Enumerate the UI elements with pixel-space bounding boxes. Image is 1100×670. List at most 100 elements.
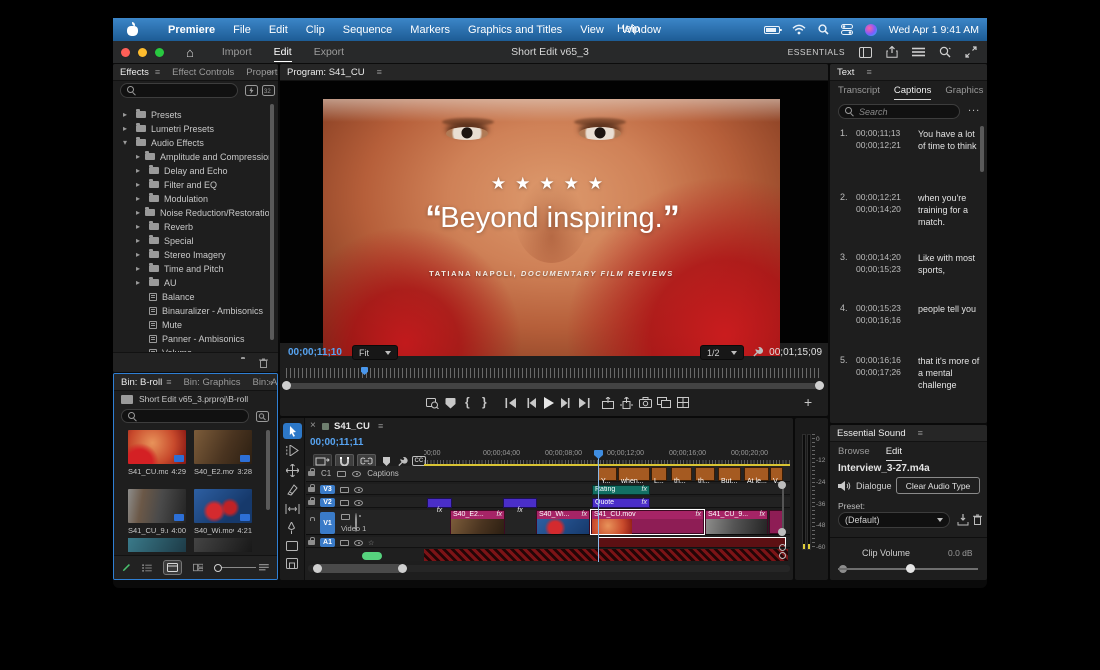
tab-effect-controls[interactable]: Effect Controls — [172, 67, 234, 78]
a1-track-header[interactable]: A1☆ — [308, 538, 374, 547]
scrollbar-right-handle[interactable] — [815, 381, 824, 390]
effects-scrollbar[interactable] — [270, 104, 274, 340]
track-output-eye-icon[interactable] — [352, 471, 361, 477]
track-select-forward-tool[interactable] — [286, 445, 299, 456]
control-center-icon[interactable] — [841, 24, 853, 35]
program-video[interactable]: ★★★★★ “Beyond inspiring.” TATIANA NAPOLI… — [323, 99, 780, 356]
disclosure-arrow-icon[interactable]: ▸ — [123, 124, 131, 133]
menu-help[interactable]: Help — [617, 23, 640, 35]
disclosure-arrow-icon[interactable]: ▸ — [136, 264, 144, 273]
effects-tree-item[interactable]: ▾Audio Effects — [113, 136, 269, 149]
thumbnail-zoom-slider[interactable] — [214, 563, 248, 573]
clear-audio-type-button[interactable]: Clear Audio Type — [896, 477, 980, 494]
audio-clip-waveform-band[interactable] — [424, 549, 788, 561]
panel-menu-icon[interactable]: ≡ — [866, 67, 871, 77]
siri-icon[interactable] — [865, 24, 877, 36]
scroll-handle[interactable] — [778, 528, 786, 536]
ripple-edit-tool[interactable] — [286, 464, 299, 477]
effects-tree-item[interactable]: ▸Time and Pitch — [113, 262, 269, 275]
graphics-clip[interactable]: fx — [427, 498, 452, 508]
effects-tree-item[interactable]: ▸Stereo Imagery — [113, 248, 269, 261]
panel-menu-icon[interactable]: ≡ — [378, 421, 383, 431]
v3-track-header[interactable]: V3 — [308, 485, 363, 494]
effects-tree-item[interactable]: ▸Modulation — [113, 192, 269, 205]
writable-pencil-icon[interactable] — [122, 562, 131, 573]
go-to-out-icon[interactable] — [578, 398, 590, 408]
bin-filter-icon[interactable] — [256, 411, 269, 422]
effects-tree-item[interactable]: ▸Special — [113, 234, 269, 247]
disclosure-arrow-icon[interactable]: ▸ — [136, 236, 144, 245]
scroll-handle[interactable] — [778, 481, 786, 489]
close-window-button[interactable] — [121, 48, 130, 57]
hscroll-right-knob[interactable] — [398, 564, 407, 573]
panel-menu-icon[interactable]: ≡ — [918, 428, 923, 438]
playback-resolution-dropdown[interactable]: 1/2 — [700, 345, 744, 360]
es-subtab-browse[interactable]: Browse — [838, 446, 870, 461]
add-marker-icon[interactable] — [445, 397, 456, 409]
caption-clip[interactable]: th... — [695, 467, 715, 481]
minimize-window-button[interactable] — [138, 48, 147, 57]
bin-clip-thumbnail[interactable] — [194, 538, 252, 552]
disclosure-arrow-icon[interactable]: ▸ — [136, 152, 140, 161]
audio-scroll-handle[interactable] — [779, 552, 786, 559]
timeline-ruler[interactable]: ;00;0000;00;04;0000;00;08;0000;00;12;000… — [424, 450, 790, 464]
effects-tree-item[interactable]: ▸Reverb — [113, 220, 269, 233]
rectangle-tool[interactable] — [286, 541, 298, 551]
program-timecode[interactable]: 00;00;11;10 — [288, 347, 342, 358]
caption-clip[interactable]: when... — [618, 467, 650, 481]
program-scrollbar[interactable] — [284, 383, 824, 389]
apple-icon[interactable] — [127, 23, 138, 36]
mark-out-icon[interactable]: } — [482, 395, 487, 409]
caption-clip[interactable]: Y... — [598, 467, 617, 481]
lift-icon[interactable] — [602, 397, 614, 409]
caption-text[interactable]: when you're training for a match. — [918, 192, 980, 228]
play-button[interactable] — [543, 397, 554, 409]
freeform-view-icon[interactable] — [193, 563, 204, 572]
quick-export-icon[interactable] — [912, 47, 925, 57]
bin-clip-thumbnail[interactable] — [194, 489, 252, 523]
effects-tree-item[interactable]: ▸Noise Reduction/Restoration — [113, 206, 269, 219]
delete-preset-icon[interactable] — [973, 514, 982, 525]
caption-text[interactable]: Like with most sports, — [918, 252, 980, 276]
workspace-icon[interactable] — [859, 47, 872, 58]
effects-tree-item[interactable]: ▸AU — [113, 276, 269, 289]
icon-view-button[interactable] — [163, 560, 182, 575]
captions-search-input[interactable]: Search — [838, 104, 960, 119]
step-forward-icon[interactable] — [560, 398, 570, 408]
captions-scrollbar[interactable] — [980, 126, 984, 172]
video-clip[interactable]: S40_E2...fx — [450, 510, 505, 534]
disclosure-arrow-icon[interactable]: ▸ — [136, 250, 144, 259]
menu-clip[interactable]: Clip — [306, 24, 325, 36]
subtab-transcript[interactable]: Transcript — [838, 85, 880, 100]
delete-custom-item-icon[interactable] — [259, 358, 268, 368]
disclosure-arrow-icon[interactable]: ▸ — [136, 208, 140, 217]
audio-clip-selected[interactable] — [598, 537, 786, 547]
bin-clip-thumbnail[interactable] — [194, 430, 252, 464]
export-frame-icon[interactable] — [639, 397, 652, 408]
caption-clip[interactable]: But... — [718, 467, 741, 481]
selection-tool[interactable] — [283, 423, 302, 439]
pen-tool[interactable] — [286, 522, 297, 534]
caption-text[interactable]: that it's more of a mental challenge — [918, 355, 980, 391]
spotlight-icon[interactable] — [818, 24, 829, 35]
essential-sound-tab[interactable]: Essential Sound — [837, 428, 906, 439]
tab-effects[interactable]: Effects — [120, 67, 149, 78]
graphics-clip[interactable]: fx — [503, 498, 537, 508]
tab-bin-audio[interactable]: Bin: Audio — [252, 377, 277, 388]
graphics-clip-quote[interactable]: Quotefx — [592, 498, 650, 508]
zoom-window-button[interactable] — [155, 48, 164, 57]
disclosure-arrow-icon[interactable]: ▸ — [136, 180, 144, 189]
menu-view[interactable]: View — [580, 24, 604, 36]
mode-tab-import[interactable]: Import — [222, 42, 252, 62]
menu-graphics-and-titles[interactable]: Graphics and Titles — [468, 24, 562, 36]
bin-search-input[interactable] — [121, 409, 249, 423]
panel-overflow-icon[interactable]: » — [268, 377, 273, 387]
menu-premiere[interactable]: Premiere — [168, 24, 215, 36]
panel-menu-icon[interactable]: ≡ — [155, 67, 160, 77]
hscroll-left-knob[interactable] — [313, 564, 322, 573]
subtab-captions[interactable]: Captions — [894, 85, 932, 100]
menu-sequence[interactable]: Sequence — [343, 24, 393, 36]
effects-tree-item[interactable]: Balance — [113, 290, 269, 303]
video-clip[interactable]: S41_CU.movfx — [591, 510, 704, 534]
bit-depth-filter-icon[interactable]: 32 — [262, 85, 275, 96]
